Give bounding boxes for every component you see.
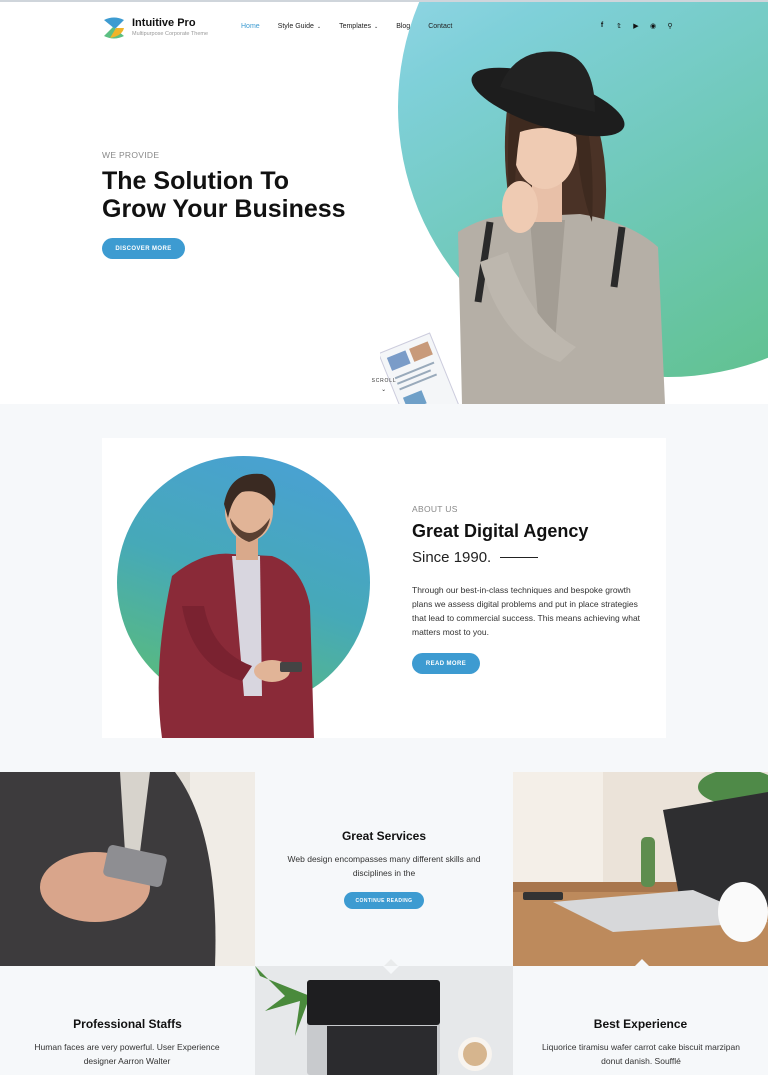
chevron-down-icon: ⌄ bbox=[316, 23, 322, 30]
main-nav: Home Style Guide ⌄ Templates ⌄ Blog Contac… bbox=[241, 23, 470, 30]
notch-arrow bbox=[383, 959, 399, 966]
about-eyebrow: ABOUT US bbox=[412, 504, 458, 514]
hero-eyebrow: WE PROVIDE bbox=[102, 150, 160, 160]
discover-more-button[interactable]: DISCOVER MORE bbox=[102, 238, 185, 259]
service-title: Professional Staffs bbox=[73, 1017, 182, 1031]
since-text: Since 1990. bbox=[412, 549, 492, 566]
chevron-down-icon: ⌄ bbox=[381, 387, 387, 393]
brand-tagline: Multipurpose Corporate Theme bbox=[132, 31, 209, 37]
scroll-indicator[interactable]: SCROLL ⌄ bbox=[366, 378, 402, 393]
hero-title: The Solution To Grow Your Business bbox=[102, 167, 402, 223]
about-man-image bbox=[158, 473, 314, 738]
laptop-desk-image bbox=[513, 772, 768, 966]
phone-hand-image bbox=[0, 772, 255, 966]
scroll-label: SCROLL bbox=[371, 378, 397, 384]
chevron-down-icon: ⌄ bbox=[373, 23, 379, 30]
wordpress-icon[interactable]: ◉ bbox=[649, 22, 657, 30]
nav-item-templates[interactable]: Templates ⌄ bbox=[339, 23, 378, 30]
hero-section: Intuitive Pro Multipurpose Corporate The… bbox=[0, 2, 768, 404]
twitter-icon[interactable]: 𝕥 bbox=[615, 22, 623, 30]
about-since: Since 1990. bbox=[412, 549, 539, 566]
brand-name[interactable]: Intuitive Pro bbox=[132, 17, 196, 29]
nav-item-home[interactable]: Home bbox=[241, 23, 260, 30]
services-grid: Great Services Web design encompasses ma… bbox=[0, 772, 768, 1075]
facebook-icon[interactable]: f bbox=[598, 22, 606, 30]
laptop-top-image bbox=[255, 966, 513, 1075]
read-more-button[interactable]: READ MORE bbox=[412, 653, 480, 674]
nav-item-contact[interactable]: Contact bbox=[428, 23, 452, 30]
social-links: f 𝕥 ▶ ◉ ⚲ bbox=[598, 22, 674, 30]
site-header: Intuitive Pro Multipurpose Corporate The… bbox=[0, 2, 768, 52]
search-icon[interactable]: ⚲ bbox=[666, 22, 674, 30]
notch-arrow bbox=[383, 966, 399, 974]
notch-arrow bbox=[634, 959, 650, 966]
service-card-best-experience: Best Experience Liquorice tiramisu wafer… bbox=[513, 966, 768, 1075]
nav-item-blog[interactable]: Blog bbox=[396, 23, 410, 30]
service-body: Web design encompasses many different sk… bbox=[287, 854, 481, 878]
service-body: Liquorice tiramisu wafer carrot cake bis… bbox=[542, 1042, 740, 1066]
divider-line bbox=[500, 556, 539, 559]
nav-item-style-guide[interactable]: Style Guide ⌄ bbox=[278, 23, 321, 30]
continue-reading-button[interactable]: CONTINUE READING bbox=[344, 892, 424, 909]
service-title: Great Services bbox=[341, 829, 427, 843]
service-title: Best Experience bbox=[593, 1017, 688, 1031]
hero-title-line2: Grow Your Business bbox=[102, 195, 346, 223]
hero-title-line1: The Solution To bbox=[102, 167, 289, 195]
about-title: Great Digital Agency bbox=[412, 521, 589, 541]
youtube-icon[interactable]: ▶ bbox=[632, 22, 640, 30]
service-card-professional-staffs: Professional Staffs Human faces are very… bbox=[0, 966, 255, 1075]
logo-icon[interactable] bbox=[102, 16, 126, 40]
hero-woman-image bbox=[380, 51, 665, 404]
service-card-great-services: Great Services Web design encompasses ma… bbox=[255, 772, 513, 966]
about-card: ABOUT US Great Digital Agency Since 1990… bbox=[102, 438, 666, 738]
about-body: Through our best-in-class techniques and… bbox=[412, 585, 641, 637]
service-body: Human faces are very powerful. User Expe… bbox=[34, 1042, 220, 1066]
